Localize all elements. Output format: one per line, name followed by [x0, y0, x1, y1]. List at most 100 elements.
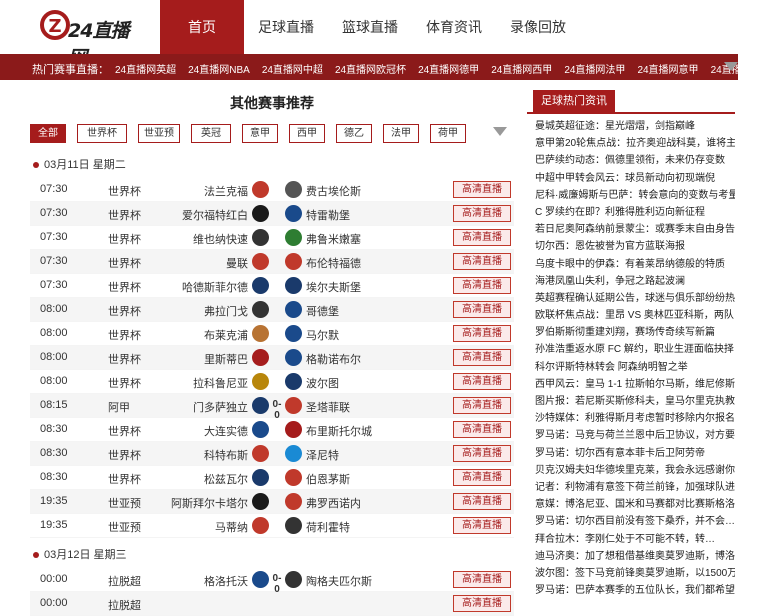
away-team[interactable]: 伯恩茅斯 — [306, 471, 350, 487]
away-team[interactable]: 布伦特福德 — [306, 255, 361, 271]
nav-item[interactable]: 录像回放 — [496, 0, 580, 54]
home-team[interactable]: 格洛托沃 — [30, 573, 248, 589]
away-team[interactable]: 弗鲁米嫩塞 — [306, 231, 361, 247]
filter-chip[interactable]: 西甲 — [289, 124, 325, 143]
away-team[interactable]: 荷利霍特 — [306, 519, 350, 535]
filter-chip[interactable]: 意甲 — [242, 124, 278, 143]
home-team[interactable]: 马蒂纳 — [30, 519, 248, 535]
away-team[interactable]: 陶格夫匹尔斯 — [306, 573, 372, 589]
news-item[interactable]: 贝克汉姆夫妇华德埃里克莱，我会永远感谢你给… — [527, 462, 735, 479]
home-team[interactable]: 法兰克福 — [30, 183, 248, 199]
filter-chip[interactable]: 法甲 — [383, 124, 419, 143]
home-team[interactable]: 弗拉门戈 — [30, 303, 248, 319]
home-team[interactable]: 哈德斯菲尔德 — [30, 279, 248, 295]
filter-chip[interactable]: 全部 — [30, 124, 66, 143]
hot-event-link[interactable]: 24直播网德甲 — [418, 61, 479, 76]
home-team[interactable]: 阿斯拜尔卡塔尔 — [30, 495, 248, 511]
news-item[interactable]: 科尔评斯特林转会 阿森纳明智之举 — [527, 359, 735, 376]
filter-chip[interactable]: 荷甲 — [430, 124, 466, 143]
filter-chip[interactable]: 世界杯 — [77, 124, 127, 143]
hd-live-button[interactable]: 高清直播 — [453, 373, 511, 390]
hd-live-button[interactable]: 高清直播 — [453, 301, 511, 318]
news-item[interactable]: 尼科·威廉姆斯与巴萨：转会意向的变数与考量 — [527, 187, 735, 204]
away-team[interactable]: 格勒诺布尔 — [306, 351, 361, 367]
news-item[interactable]: 拜合拉木：李刚仁处于不可能不转，转… — [527, 531, 735, 548]
away-team[interactable]: 弗罗西诺内 — [306, 495, 361, 511]
news-item[interactable]: 沙特媒体：利雅得斯月考虑暂时移除内尔报名，… — [527, 410, 735, 427]
news-item[interactable]: 英超赛程确认延期公告，球迷与俱乐部纷纷热议，球… — [527, 290, 735, 307]
hd-live-button[interactable]: 高清直播 — [453, 397, 511, 414]
hd-live-button[interactable]: 高清直播 — [453, 349, 511, 366]
nav-item[interactable]: 足球直播 — [244, 0, 328, 54]
hot-event-link[interactable]: 24直播网中超 — [262, 61, 323, 76]
hd-live-button[interactable]: 高清直播 — [453, 253, 511, 270]
news-item[interactable]: 罗马诺：切尔西有意本菲卡后卫阿劳帝 — [527, 445, 735, 462]
home-team[interactable]: 曼联 — [30, 255, 248, 271]
sidebar-tab[interactable]: 足球热门资讯 — [533, 90, 615, 112]
news-item[interactable]: 巴萨续约动态：佩德里领衔，未来仍存变数 — [527, 152, 735, 169]
home-team[interactable]: 科特布斯 — [30, 447, 248, 463]
away-team[interactable]: 波尔图 — [306, 375, 339, 391]
away-team[interactable]: 马尔默 — [306, 327, 339, 343]
hot-event-link[interactable]: 24直播网西甲 — [491, 61, 552, 76]
news-item[interactable]: 意媒：博洛尼亚、国米和马赛都对比赛斯格洛热赛 — [527, 496, 735, 513]
hd-live-button[interactable]: 高清直播 — [453, 325, 511, 342]
news-item[interactable]: 西甲风云：皇马 1-1 拉斯帕尔马斯，维尼修斯点球… — [527, 376, 735, 393]
away-team[interactable]: 哥德堡 — [306, 303, 339, 319]
news-item[interactable]: 记者：利物浦有意签下荷兰前锋，加强球队进攻端 — [527, 479, 735, 496]
hot-event-link[interactable]: 24直播网NBA — [188, 61, 250, 76]
away-team[interactable]: 布里斯托尔城 — [306, 423, 372, 439]
hd-live-button[interactable]: 高清直播 — [453, 277, 511, 294]
news-item[interactable]: 孙准浩重返水原 FC 解约，职业生涯面临抉择 — [527, 341, 735, 358]
hd-live-button[interactable]: 高清直播 — [453, 205, 511, 222]
hd-live-button[interactable]: 高清直播 — [453, 595, 511, 612]
home-team[interactable]: 松兹瓦尔 — [30, 471, 248, 487]
news-item[interactable]: C 罗续约在即？利雅得胜利迈向新征程 — [527, 204, 735, 221]
hd-live-button[interactable]: 高清直播 — [453, 493, 511, 510]
news-item[interactable]: 若日尼奥阿森纳前景蒙尘：或赛季末自由身告别 — [527, 221, 735, 238]
hd-live-button[interactable]: 高清直播 — [453, 517, 511, 534]
home-team[interactable]: 维也纳快速 — [30, 231, 248, 247]
news-item[interactable]: 中超中甲转会风云：球员新动向初现端倪 — [527, 170, 735, 187]
news-item[interactable]: 曼城英超征途：星光熠熠，剑指巅峰 — [527, 118, 735, 135]
hd-live-button[interactable]: 高清直播 — [453, 469, 511, 486]
hd-live-button[interactable]: 高清直播 — [453, 571, 511, 588]
news-item[interactable]: 海港凤凰山失利，争冠之路起波澜 — [527, 273, 735, 290]
chevron-down-icon[interactable] — [493, 127, 507, 136]
hot-event-link[interactable]: 24直播网欧冠杯 — [335, 61, 406, 76]
away-team[interactable]: 泽尼特 — [306, 447, 339, 463]
home-team[interactable]: 大连实德 — [30, 423, 248, 439]
filter-chip[interactable]: 世亚预 — [138, 124, 180, 143]
home-team[interactable]: 拉科鲁尼亚 — [30, 375, 248, 391]
filter-chip[interactable]: 德乙 — [336, 124, 372, 143]
hot-event-link[interactable]: 24直播网意甲 — [637, 61, 698, 76]
news-item[interactable]: 罗伯斯斯彻重建刘翔，赛场传奇续写新篇 — [527, 324, 735, 341]
filter-chip[interactable]: 英冠 — [191, 124, 231, 143]
hot-event-link[interactable]: 24直播网法甲 — [564, 61, 625, 76]
home-team[interactable]: 爱尔福特红白 — [30, 207, 248, 223]
home-team[interactable]: 里斯蒂巴 — [30, 351, 248, 367]
news-item[interactable]: 罗马诺：马竞与荷兰兰恩中后卫协议，对方要求… — [527, 427, 735, 444]
hd-live-button[interactable]: 高清直播 — [453, 229, 511, 246]
away-team[interactable]: 埃尔夫斯堡 — [306, 279, 361, 295]
site-logo[interactable]: Z 24直播网 — [40, 8, 140, 69]
home-team[interactable]: 布莱克浦 — [30, 327, 248, 343]
news-item[interactable]: 切尔西：恩佐被誉为官方蓝联海报 — [527, 238, 735, 255]
nav-item[interactable]: 首页 — [160, 0, 244, 54]
hd-live-button[interactable]: 高清直播 — [453, 421, 511, 438]
news-item[interactable]: 罗马诺：切尔西目前没有签下桑乔，并不会… — [527, 513, 735, 530]
news-item[interactable]: 图片报：若尼斯买斯修科夫，皇马尔里克执教… — [527, 393, 735, 410]
nav-item[interactable]: 体育资讯 — [412, 0, 496, 54]
news-item[interactable]: 波尔图：签下马竞前锋奥莫罗迪斯，以1500万欧… — [527, 565, 735, 582]
news-item[interactable]: 迪马济奥：加了想租借基维奥莫罗迪斯，博洛尼亚还… — [527, 548, 735, 565]
home-team[interactable]: 门多萨独立 — [30, 399, 248, 415]
away-team[interactable]: 费古埃伦斯 — [306, 183, 361, 199]
match-league[interactable]: 拉脱超 — [108, 597, 141, 613]
nav-item[interactable]: 篮球直播 — [328, 0, 412, 54]
news-item[interactable]: 意甲第20轮焦点战：拉齐奥迎战科莫，谁将主宰… — [527, 135, 735, 152]
away-team[interactable]: 圣塔菲联 — [306, 399, 350, 415]
news-item[interactable]: 欧联杯焦点战：里昂 VS 奥林匹亚科斯，两队… — [527, 307, 735, 324]
hd-live-button[interactable]: 高清直播 — [453, 445, 511, 462]
away-team[interactable]: 特雷勒堡 — [306, 207, 350, 223]
chevron-down-icon[interactable] — [724, 62, 738, 71]
